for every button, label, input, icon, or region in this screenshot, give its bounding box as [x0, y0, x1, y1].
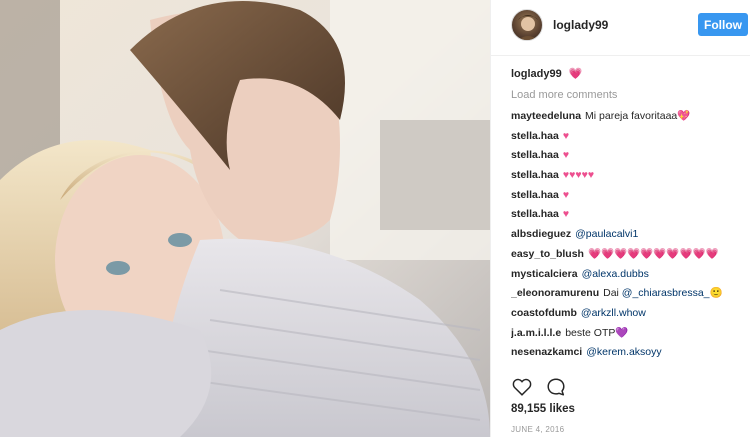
- comment-text: Mi pareja favoritaaa💖: [585, 110, 691, 122]
- comment-row: mayteedeluna Mi pareja favoritaaa💖: [511, 107, 747, 127]
- comment-row: stella.haa ♥: [511, 186, 747, 206]
- comment-username[interactable]: albsdieguez: [511, 228, 571, 240]
- comment-row: j.a.m.i.l.l.e beste OTP💜: [511, 324, 747, 344]
- comment-text: ♥: [562, 208, 570, 221]
- comments-fade: [491, 362, 750, 372]
- header-divider: [491, 55, 750, 56]
- comment-row: stella.haa ♥: [511, 205, 747, 225]
- comment-text: ♥: [562, 188, 570, 201]
- follow-button[interactable]: Follow: [698, 13, 748, 36]
- comment-row: mysticalciera @alexa.dubbs: [511, 265, 747, 285]
- comment-row: stella.haa ♥: [511, 127, 747, 147]
- comment-mention-link[interactable]: @kerem.aksoyy: [586, 346, 661, 358]
- comment-username[interactable]: mayteedeluna: [511, 110, 581, 122]
- comment-row: _eleonoramurenu Dai @_chiarasbressa_🙂: [511, 284, 747, 304]
- comment-username[interactable]: coastofdumb: [511, 307, 577, 319]
- action-bar: [511, 377, 579, 397]
- caption: loglady99 💗: [511, 64, 747, 85]
- comment-emoji: 🙂: [709, 287, 723, 300]
- comment-rows: mayteedeluna Mi pareja favoritaaa💖 stella.…: [511, 107, 747, 363]
- comment-mention-link[interactable]: @paulacalvi1: [575, 228, 638, 240]
- caption-text: 💗: [568, 68, 583, 80]
- heart-outline-icon[interactable]: [511, 376, 533, 398]
- comment-text: ♥: [562, 149, 570, 162]
- likes-count[interactable]: 89,155 likes: [511, 403, 575, 415]
- comment-row: nesenazkamci @kerem.aksoyy: [511, 343, 747, 363]
- comment-username[interactable]: stella.haa: [511, 130, 559, 142]
- post-date: JUNE 4, 2016: [511, 425, 565, 434]
- post-photo[interactable]: [0, 0, 490, 437]
- comment-row: albsdieguez @paulacalvi1: [511, 225, 747, 245]
- load-more-comments-link[interactable]: Load more comments: [511, 85, 747, 107]
- caption-username[interactable]: loglady99: [511, 68, 562, 80]
- comment-text: ♥♥♥♥♥: [562, 169, 595, 182]
- comment-text: 💗💗💗💗💗💗💗💗💗💗: [587, 247, 719, 260]
- header-username[interactable]: loglady99: [553, 18, 608, 32]
- comment-username[interactable]: easy_to_blush: [511, 248, 584, 260]
- comment-username[interactable]: _eleonoramurenu: [511, 287, 599, 299]
- avatar-image: [518, 15, 538, 40]
- post-side-panel: loglady99 Follow loglady99 💗 Load more c…: [490, 0, 750, 437]
- comments-list[interactable]: loglady99 💗 Load more comments mayteedel…: [511, 64, 747, 370]
- avatar[interactable]: [511, 9, 543, 41]
- couple-photo-illustration: [0, 0, 490, 437]
- comment-username[interactable]: stella.haa: [511, 208, 559, 220]
- comment-mention-link[interactable]: @_chiarasbressa_: [622, 287, 710, 299]
- comment-text: ♥: [562, 129, 570, 142]
- speech-bubble-icon[interactable]: [545, 376, 567, 398]
- comment-mention-link[interactable]: @alexa.dubbs: [582, 268, 649, 280]
- comment-username[interactable]: stella.haa: [511, 189, 559, 201]
- comment-mention-link[interactable]: @arkzll.whow: [581, 307, 646, 319]
- comment-row: coastofdumb @arkzll.whow: [511, 304, 747, 324]
- comment-row: stella.haa ♥♥♥♥♥: [511, 166, 747, 186]
- comment-emoji: 💜: [615, 326, 629, 339]
- comment-row: easy_to_blush 💗💗💗💗💗💗💗💗💗💗: [511, 245, 747, 265]
- comment-username[interactable]: mysticalciera: [511, 268, 578, 280]
- post-header: loglady99 Follow: [491, 0, 750, 50]
- comment-row: stella.haa ♥: [511, 146, 747, 166]
- comment-username[interactable]: j.a.m.i.l.l.e: [511, 327, 561, 339]
- comment-username[interactable]: stella.haa: [511, 169, 559, 181]
- comment-text: beste OTP: [565, 326, 616, 339]
- comment-username[interactable]: nesenazkamci: [511, 346, 582, 358]
- comment-text: Dai: [603, 287, 619, 300]
- comment-username[interactable]: stella.haa: [511, 149, 559, 161]
